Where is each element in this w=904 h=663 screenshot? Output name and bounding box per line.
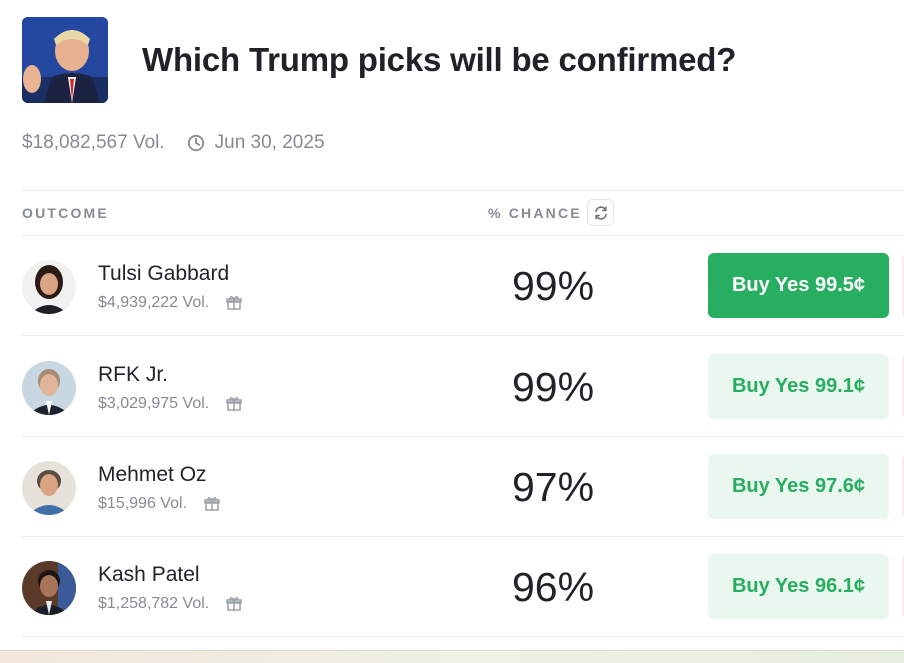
event-end-date: Jun 30, 2025 [214, 132, 325, 153]
event-image [22, 17, 108, 103]
outcome-volume-line: $3,029,975 Vol. [98, 395, 243, 413]
divider [22, 636, 904, 637]
outcome-name: RFK Jr. [98, 363, 169, 386]
gift-icon[interactable] [225, 294, 243, 312]
buy-yes-button[interactable]: Buy Yes 99.5¢ [708, 253, 889, 318]
outcome-volume: $3,029,975 Vol. [98, 395, 210, 412]
divider [22, 190, 904, 191]
outcome-row[interactable]: RFK Jr. $3,029,975 Vol. 99% Buy Yes 99.1… [22, 337, 904, 437]
event-meta: $18,082,567 Vol. Jun 30, 2025 [22, 132, 325, 154]
avatar [22, 461, 76, 515]
event-title: Which Trump picks will be confirmed? [142, 41, 737, 78]
outcome-chance: 96% [512, 564, 595, 610]
outcome-column-header: OUTCOME [22, 205, 109, 221]
bottom-banner [0, 650, 904, 663]
clock-icon [187, 134, 204, 152]
outcome-volume-line: $4,939,222 Vol. [98, 294, 243, 312]
outcome-row[interactable]: Tulsi Gabbard $4,939,222 Vol. 99% Buy Ye… [22, 236, 904, 336]
outcome-chance: 99% [512, 364, 595, 410]
outcome-volume: $4,939,222 Vol. [98, 294, 210, 311]
gift-icon[interactable] [203, 495, 221, 513]
outcome-volume-line: $15,996 Vol. [98, 495, 221, 513]
avatar [22, 361, 76, 415]
outcome-volume: $15,996 Vol. [98, 495, 187, 512]
buy-yes-button[interactable]: Buy Yes 97.6¢ [708, 454, 889, 519]
event-header: Which Trump picks will be confirmed? [22, 17, 736, 103]
outcome-name: Mehmet Oz [98, 463, 207, 486]
outcome-chance: 99% [512, 263, 595, 309]
outcome-row[interactable]: Mehmet Oz $15,996 Vol. 97% Buy Yes 97.6¢ [22, 437, 904, 537]
gift-icon[interactable] [225, 595, 243, 613]
divider [22, 335, 904, 336]
buy-yes-button[interactable]: Buy Yes 99.1¢ [708, 354, 889, 419]
outcome-volume: $1,258,782 Vol. [98, 595, 210, 612]
refresh-button[interactable] [587, 199, 614, 226]
outcome-row[interactable]: Kash Patel $1,258,782 Vol. 96% Buy Yes 9… [22, 537, 904, 637]
outcome-chance: 97% [512, 464, 595, 510]
avatar [22, 260, 76, 314]
chance-column-header: % CHANCE [488, 205, 582, 221]
gift-icon[interactable] [225, 395, 243, 413]
refresh-icon [594, 205, 607, 220]
event-volume: $18,082,567 Vol. [22, 132, 165, 153]
outcome-volume-line: $1,258,782 Vol. [98, 595, 243, 613]
buy-yes-button[interactable]: Buy Yes 96.1¢ [708, 554, 889, 619]
outcome-name: Tulsi Gabbard [98, 262, 230, 285]
outcome-name: Kash Patel [98, 563, 200, 586]
avatar [22, 561, 76, 615]
